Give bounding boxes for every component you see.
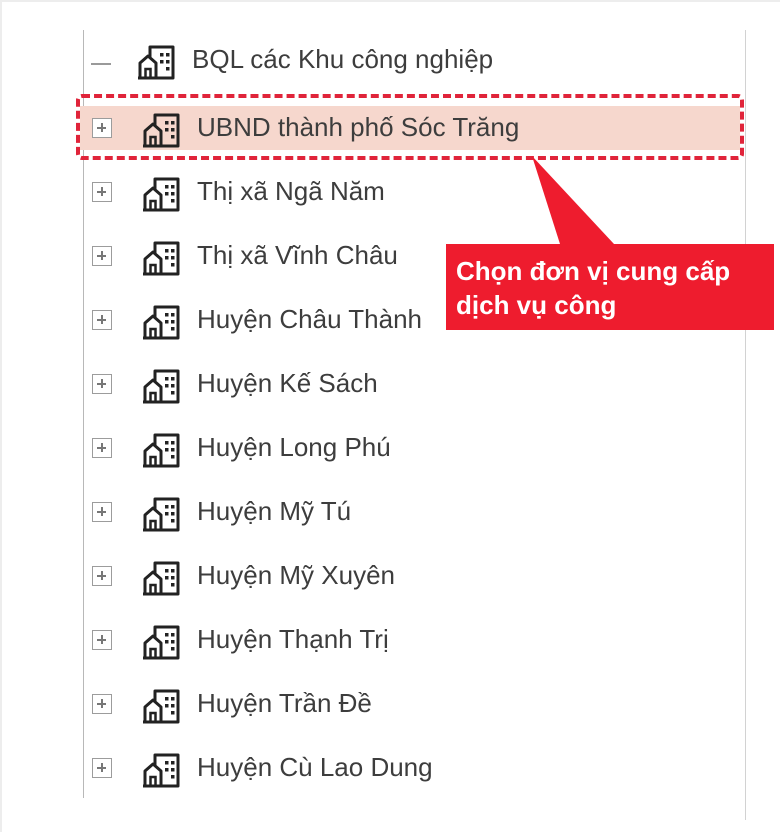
expand-icon[interactable] [92,374,112,394]
tree-node-label[interactable]: Huyện Trần Đề [197,688,372,718]
tree-node-label[interactable]: Huyện Long Phú [197,432,391,462]
expand-icon[interactable] [92,758,112,778]
building-icon [138,45,175,80]
expand-icon[interactable] [92,694,112,714]
tree-node-label[interactable]: Huyện Mỹ Xuyên [197,560,395,590]
tree-node-label[interactable]: Huyện Châu Thành [197,304,422,334]
tree-node[interactable]: Thị xã Ngã Năm [0,170,700,214]
callout-line-1: Chọn đơn vị cung cấp [456,256,731,286]
building-icon [143,369,180,404]
building-icon [143,497,180,532]
tree-node[interactable]: Huyện Trần Đề [0,682,700,726]
tree-node[interactable]: Huyện Mỹ Xuyên [0,554,700,598]
callout-line-2: dịch vụ công [456,290,617,320]
tree-node[interactable]: Huyện Thạnh Trị [0,618,700,662]
building-icon [143,305,180,340]
tree-node-root[interactable]: BQL các Khu công nghiệp [0,42,700,86]
tree-node-label[interactable]: Thị xã Ngã Năm [197,176,385,206]
building-icon [143,177,180,212]
tree-node[interactable]: Huyện Cù Lao Dung [0,746,700,790]
panel-divider [745,30,746,820]
tree-node-label[interactable]: Huyện Cù Lao Dung [197,752,433,782]
building-icon [143,625,180,660]
tree-node[interactable]: Huyện Mỹ Tú [0,490,700,534]
expand-icon[interactable] [92,310,112,330]
expand-icon[interactable] [92,566,112,586]
tree-node[interactable]: Huyện Kế Sách [0,362,700,406]
tree-node-label[interactable]: Huyện Thạnh Trị [197,624,389,654]
expand-icon[interactable] [92,438,112,458]
building-icon [143,689,180,724]
instruction-callout: Chọn đơn vị cung cấp dịch vụ công [446,244,774,330]
tree-node-label[interactable]: Huyện Mỹ Tú [197,496,351,526]
tree-node-label[interactable]: BQL các Khu công nghiệp [192,44,493,74]
tree-node-label[interactable]: Thị xã Vĩnh Châu [197,240,398,270]
tree-node-selected[interactable]: UBND thành phố Sóc Trăng [80,106,740,150]
expand-icon[interactable] [92,246,112,266]
building-icon [143,241,180,276]
tree-node-label[interactable]: UBND thành phố Sóc Trăng [197,112,519,142]
expand-icon[interactable] [92,118,112,138]
collapse-icon[interactable] [91,63,111,65]
building-icon [143,753,180,788]
tree-node[interactable]: Huyện Long Phú [0,426,700,470]
expand-icon[interactable] [92,502,112,522]
building-icon [143,433,180,468]
expand-icon[interactable] [92,630,112,650]
tree-node-label[interactable]: Huyện Kế Sách [197,368,378,398]
building-icon [143,561,180,596]
expand-icon[interactable] [92,182,112,202]
building-icon [143,113,180,148]
